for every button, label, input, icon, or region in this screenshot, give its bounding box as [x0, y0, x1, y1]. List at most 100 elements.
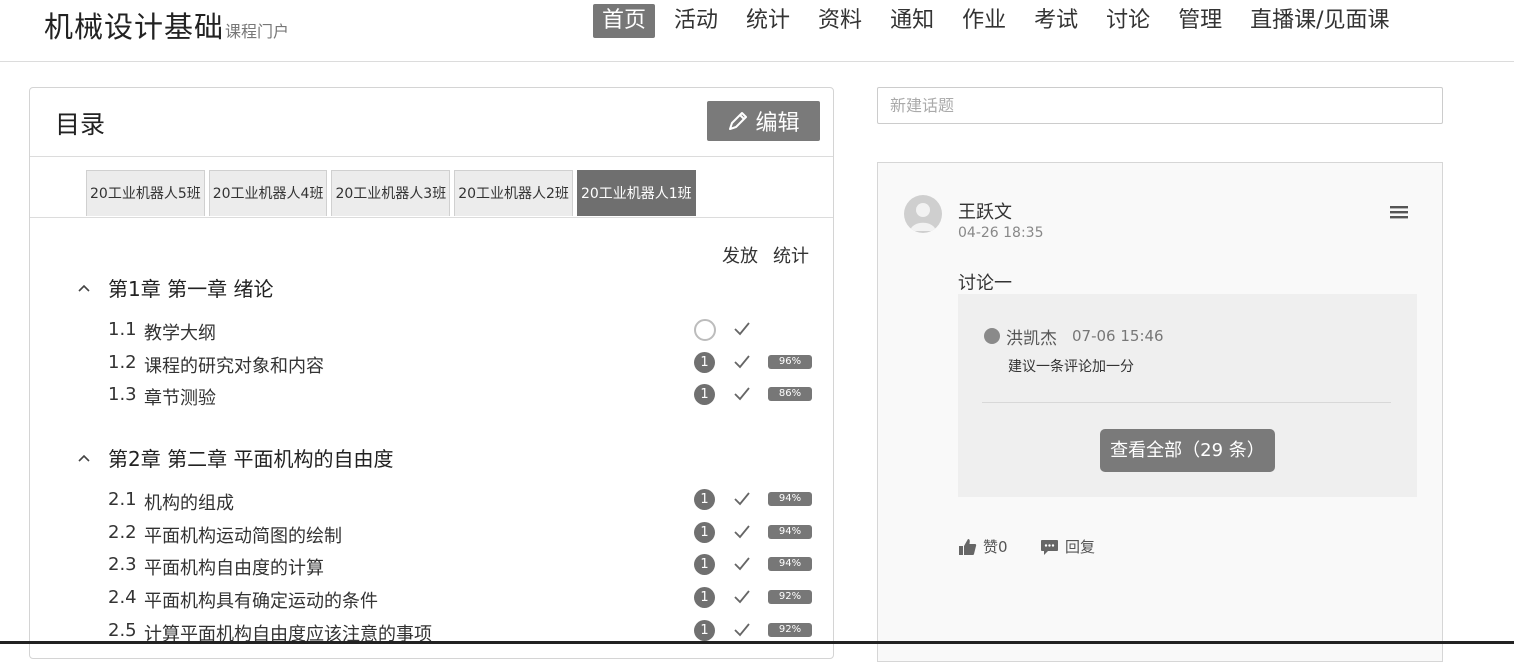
section-row[interactable]: 1.1 教学大纲 [108, 316, 828, 346]
check-icon[interactable] [733, 354, 751, 370]
section-number: 1.3 [108, 384, 137, 405]
course-subtitle: 课程门户 [225, 22, 290, 41]
divider [982, 402, 1391, 403]
section-number: 1.1 [108, 319, 137, 340]
chapter-title: 第1章 第一章 绪论 [108, 277, 274, 301]
nav-homework[interactable]: 作业 [953, 4, 1015, 38]
section-name: 平面机构运动简图的绘制 [144, 526, 342, 547]
class-tabs: 20工业机器人5班 20工业机器人4班 20工业机器人3班 20工业机器人2班 … [86, 170, 700, 216]
section-name: 平面机构自由度的计算 [144, 558, 324, 579]
post-content: 讨论一 [958, 273, 1012, 294]
completion-badge[interactable]: 94% [768, 525, 812, 539]
section-row[interactable]: 2.4 平面机构具有确定运动的条件 1 92% [108, 584, 828, 614]
section-number: 2.3 [108, 554, 137, 575]
check-icon[interactable] [733, 589, 751, 605]
completion-badge[interactable]: 92% [768, 590, 812, 604]
check-icon[interactable] [733, 556, 751, 572]
course-brand: 机械设计基础课程门户 [44, 4, 289, 46]
completion-badge[interactable]: 94% [768, 492, 812, 506]
column-release: 发放 [722, 246, 758, 267]
check-icon[interactable] [733, 386, 751, 402]
course-title: 机械设计基础 [44, 10, 225, 44]
chevron-up-icon [78, 284, 90, 292]
chapter-title: 第2章 第二章 平面机构的自由度 [108, 447, 394, 471]
nav-home[interactable]: 首页 [593, 4, 656, 38]
column-stats: 统计 [773, 246, 809, 267]
tab-class-3[interactable]: 20工业机器人3班 [331, 170, 451, 216]
section-row[interactable]: 1.3 章节测验 1 86% [108, 381, 828, 411]
view-all-replies-button[interactable]: 查看全部（29 条） [1100, 429, 1275, 472]
tab-class-1[interactable]: 20工业机器人1班 [576, 170, 696, 216]
main-nav: 首页 活动 统计 资料 通知 作业 考试 讨论 管理 直播课/见面课 [593, 4, 1409, 38]
catalog-panel: 目录 编辑 20工业机器人5班 20工业机器人4班 20工业机器人3班 20工业… [29, 87, 834, 659]
user-avatar-icon [910, 203, 936, 231]
section-name: 机构的组成 [144, 493, 234, 514]
completion-badge[interactable]: 96% [768, 355, 812, 369]
post-author[interactable]: 王跃文 [958, 198, 1012, 224]
nav-activity[interactable]: 活动 [665, 4, 727, 38]
release-count-badge[interactable]: 1 [694, 587, 715, 608]
section-row[interactable]: 2.3 平面机构自由度的计算 1 94% [108, 551, 828, 581]
release-count-badge[interactable]: 1 [694, 384, 715, 405]
section-number: 1.2 [108, 352, 137, 373]
section-row[interactable]: 2.2 平面机构运动简图的绘制 1 94% [108, 519, 828, 549]
section-name: 教学大纲 [144, 323, 216, 344]
comment-icon [1041, 539, 1058, 555]
release-count-badge[interactable]: 1 [694, 489, 715, 510]
completion-badge[interactable]: 94% [768, 557, 812, 571]
like-button[interactable]: 赞0 [958, 536, 1008, 557]
reply-button[interactable]: 回复 [1040, 536, 1095, 557]
section-number: 2.4 [108, 587, 137, 608]
nav-live-class[interactable]: 直播课/见面课 [1241, 4, 1398, 38]
section-name: 平面机构具有确定运动的条件 [144, 591, 378, 612]
section-name: 章节测验 [144, 388, 216, 409]
section-name: 课程的研究对象和内容 [144, 356, 324, 377]
reply-label: 回复 [1065, 538, 1096, 556]
hamburger-menu-icon[interactable] [1389, 204, 1409, 220]
section-row[interactable]: 1.2 课程的研究对象和内容 1 96% [108, 349, 828, 379]
check-icon[interactable] [733, 321, 751, 337]
release-count-badge[interactable]: 1 [694, 522, 715, 543]
thumbs-up-icon [959, 538, 977, 555]
discussion-post: 王跃文 04-26 18:35 讨论一 洪凯杰 07-06 15:46 建议一条… [877, 162, 1443, 662]
new-topic-input[interactable] [877, 87, 1443, 124]
nav-materials[interactable]: 资料 [809, 4, 871, 38]
edit-button[interactable]: 编辑 [707, 101, 820, 141]
pencil-icon [729, 112, 748, 130]
reply-content: 建议一条评论加一分 [1008, 359, 1134, 375]
section-number: 2.5 [108, 620, 137, 641]
section-row[interactable]: 2.1 机构的组成 1 94% [108, 486, 828, 516]
tab-class-2[interactable]: 20工业机器人2班 [454, 170, 573, 216]
release-status-empty-icon[interactable] [694, 319, 716, 341]
tab-class-4[interactable]: 20工业机器人4班 [208, 170, 328, 216]
reply-time: 07-06 15:46 [1072, 327, 1164, 345]
check-icon[interactable] [733, 524, 751, 540]
chapter-heading[interactable]: 第1章 第一章 绪论 [78, 273, 273, 302]
check-icon[interactable] [733, 491, 751, 507]
release-count-badge[interactable]: 1 [694, 352, 715, 373]
nav-discussion[interactable]: 讨论 [1097, 4, 1159, 38]
section-number: 2.2 [108, 522, 137, 543]
nav-notices[interactable]: 通知 [881, 4, 943, 38]
check-icon[interactable] [733, 622, 751, 638]
tab-class-5[interactable]: 20工业机器人5班 [86, 170, 205, 216]
catalog-title: 目录 [55, 110, 106, 139]
like-count: 赞0 [983, 538, 1008, 556]
completion-badge[interactable]: 86% [768, 387, 812, 401]
chevron-up-icon [78, 454, 90, 462]
top-bar: 机械设计基础课程门户 首页 活动 统计 资料 通知 作业 考试 讨论 管理 直播… [0, 0, 1514, 62]
nav-manage[interactable]: 管理 [1169, 4, 1231, 38]
edit-button-label: 编辑 [755, 111, 800, 136]
release-count-badge[interactable]: 1 [694, 620, 715, 641]
completion-badge[interactable]: 92% [768, 623, 812, 637]
section-number: 2.1 [108, 489, 137, 510]
nav-statistics[interactable]: 统计 [737, 4, 799, 38]
reply-author[interactable]: 洪凯杰 [1006, 324, 1057, 349]
nav-exams[interactable]: 考试 [1025, 4, 1087, 38]
release-count-badge[interactable]: 1 [694, 554, 715, 575]
class-tabs-bar: 20工业机器人5班 20工业机器人4班 20工业机器人3班 20工业机器人2班 … [30, 156, 833, 218]
post-time: 04-26 18:35 [958, 225, 1044, 241]
chapter-heading[interactable]: 第2章 第二章 平面机构的自由度 [78, 443, 393, 472]
avatar[interactable] [904, 195, 942, 233]
avatar[interactable] [984, 328, 1000, 344]
